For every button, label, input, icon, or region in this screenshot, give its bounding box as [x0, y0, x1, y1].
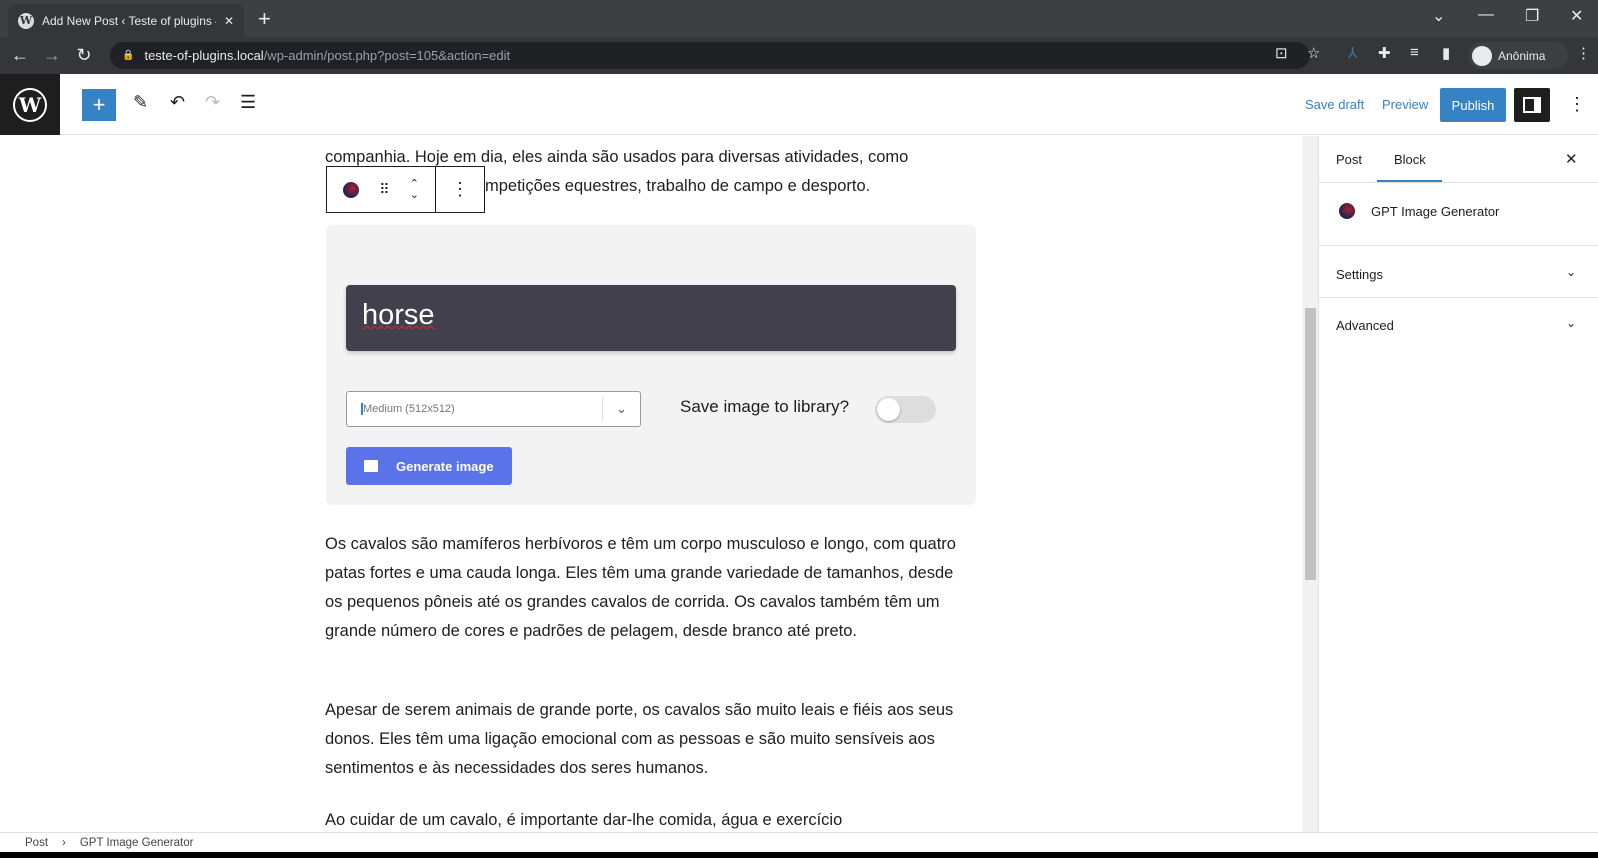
image-icon	[364, 460, 378, 472]
reload-icon[interactable]: ↻	[68, 45, 100, 66]
minimize-button[interactable]: —	[1478, 6, 1494, 24]
list-view-icon[interactable]: ☰	[240, 92, 256, 113]
add-block-button[interactable]: +	[82, 89, 116, 121]
scrollbar-thumb[interactable]	[1305, 308, 1316, 580]
tab-search-icon[interactable]: ⌄	[1432, 6, 1445, 26]
block-card: GPT Image Generator	[1339, 203, 1499, 219]
back-icon[interactable]: ←	[4, 45, 36, 66]
generate-image-button[interactable]: Generate image	[346, 447, 512, 485]
media-control-icon[interactable]: ≡	[1410, 44, 1419, 61]
browser-tab[interactable]: W Add New Post ‹ Teste of plugins – ✕	[8, 4, 244, 37]
toggle-knob	[877, 398, 900, 421]
paragraph-2[interactable]: Apesar de serem animais de grande porte,…	[325, 696, 965, 783]
new-tab-button[interactable]: +	[258, 6, 271, 32]
side-panel-icon[interactable]: ▮	[1442, 44, 1450, 62]
save-to-library-label: Save image to library?	[680, 397, 850, 416]
block-name: GPT Image Generator	[1371, 203, 1500, 219]
settings-toggle-button[interactable]	[1514, 88, 1550, 122]
tab-block[interactable]: Block	[1394, 152, 1426, 167]
paragraph-top-line-2[interactable]: mpetições equestres, trabalho de campo e…	[485, 172, 965, 201]
redo-icon[interactable]: ↷	[205, 92, 220, 113]
block-breadcrumb: Post › GPT Image Generator	[0, 832, 1598, 852]
chevron-down-icon: ⌄	[602, 397, 640, 421]
edit-tools-icon[interactable]: ✎	[133, 92, 148, 113]
divider	[1319, 297, 1598, 298]
divider	[1319, 245, 1598, 246]
breadcrumb-post[interactable]: Post	[25, 837, 48, 849]
url-path: /wp-admin/post.php?post=105&action=edit	[263, 48, 511, 63]
extensions-puzzle-icon[interactable]: ✚	[1378, 44, 1391, 62]
image-size-select[interactable]: Medium (512x512) ⌄	[346, 391, 641, 427]
chevron-down-icon[interactable]: ⌄	[1566, 316, 1576, 330]
url-domain: teste-of-plugins.local	[144, 48, 264, 63]
wordpress-logo-button[interactable]: W	[0, 74, 60, 135]
drag-handle-icon[interactable]: ⠿	[379, 181, 389, 198]
restore-button[interactable]: ❐	[1525, 6, 1539, 26]
wordpress-favicon-icon: W	[18, 12, 34, 29]
incognito-icon	[1472, 45, 1492, 66]
lock-icon: 🔒	[122, 50, 135, 61]
size-value: Medium (512x512)	[361, 403, 602, 415]
block-toolbar: ⠿ ⌃ ⌄ ⋮	[326, 166, 485, 213]
browser-menu-icon[interactable]: ⋮	[1576, 44, 1591, 62]
move-up-down-icon[interactable]: ⌃ ⌄	[410, 178, 419, 201]
block-options-icon[interactable]: ⋮	[436, 167, 484, 212]
close-sidebar-icon[interactable]: ✕	[1565, 150, 1578, 168]
paragraph-3[interactable]: Ao cuidar de um cavalo, é importante dar…	[325, 806, 965, 835]
breadcrumb-block[interactable]: GPT Image Generator	[80, 837, 194, 849]
sidebar-icon	[1523, 97, 1541, 113]
options-menu-icon[interactable]: ⋮	[1568, 94, 1586, 115]
preview-button[interactable]: Preview	[1382, 97, 1428, 112]
chevron-right-icon: ›	[62, 836, 66, 849]
generate-label: Generate image	[396, 458, 494, 474]
wordpress-logo-icon: W	[13, 87, 47, 122]
close-tab-icon[interactable]: ✕	[224, 14, 234, 28]
profile-name: Anônima	[1498, 48, 1546, 63]
gpt-block-icon[interactable]	[343, 181, 360, 198]
extension-icon[interactable]: ⅄	[1348, 44, 1357, 62]
forward-icon[interactable]: →	[36, 45, 68, 66]
publish-button[interactable]: Publish	[1440, 88, 1506, 122]
save-to-library-toggle[interactable]	[875, 396, 936, 423]
chevron-down-icon[interactable]: ⌄	[1566, 265, 1576, 279]
tab-post[interactable]: Post	[1336, 152, 1362, 167]
settings-panel-toggle[interactable]: Settings	[1336, 267, 1383, 282]
tab-title: Add New Post ‹ Teste of plugins –	[42, 13, 216, 28]
advanced-panel-toggle[interactable]: Advanced	[1336, 318, 1394, 333]
bottom-border	[0, 852, 1598, 858]
url-input[interactable]: 🔒 teste-of-plugins.local/wp-admin/post.p…	[110, 42, 1310, 69]
close-window-button[interactable]: ✕	[1570, 6, 1583, 26]
paragraph-1[interactable]: Os cavalos são mamíferos herbívoros e tê…	[325, 530, 965, 646]
gpt-block-icon	[1339, 203, 1355, 219]
save-draft-button[interactable]: Save draft	[1305, 97, 1364, 112]
settings-sidebar	[1318, 136, 1598, 832]
prompt-value: horse	[362, 299, 435, 331]
undo-icon[interactable]: ↶	[170, 92, 185, 113]
profile-button[interactable]: Anônima	[1468, 42, 1568, 69]
bookmark-star-icon[interactable]: ☆	[1307, 44, 1320, 62]
translate-icon[interactable]: ⊡	[1275, 44, 1288, 62]
prompt-input[interactable]: horse	[346, 285, 956, 351]
divider	[1319, 182, 1598, 183]
